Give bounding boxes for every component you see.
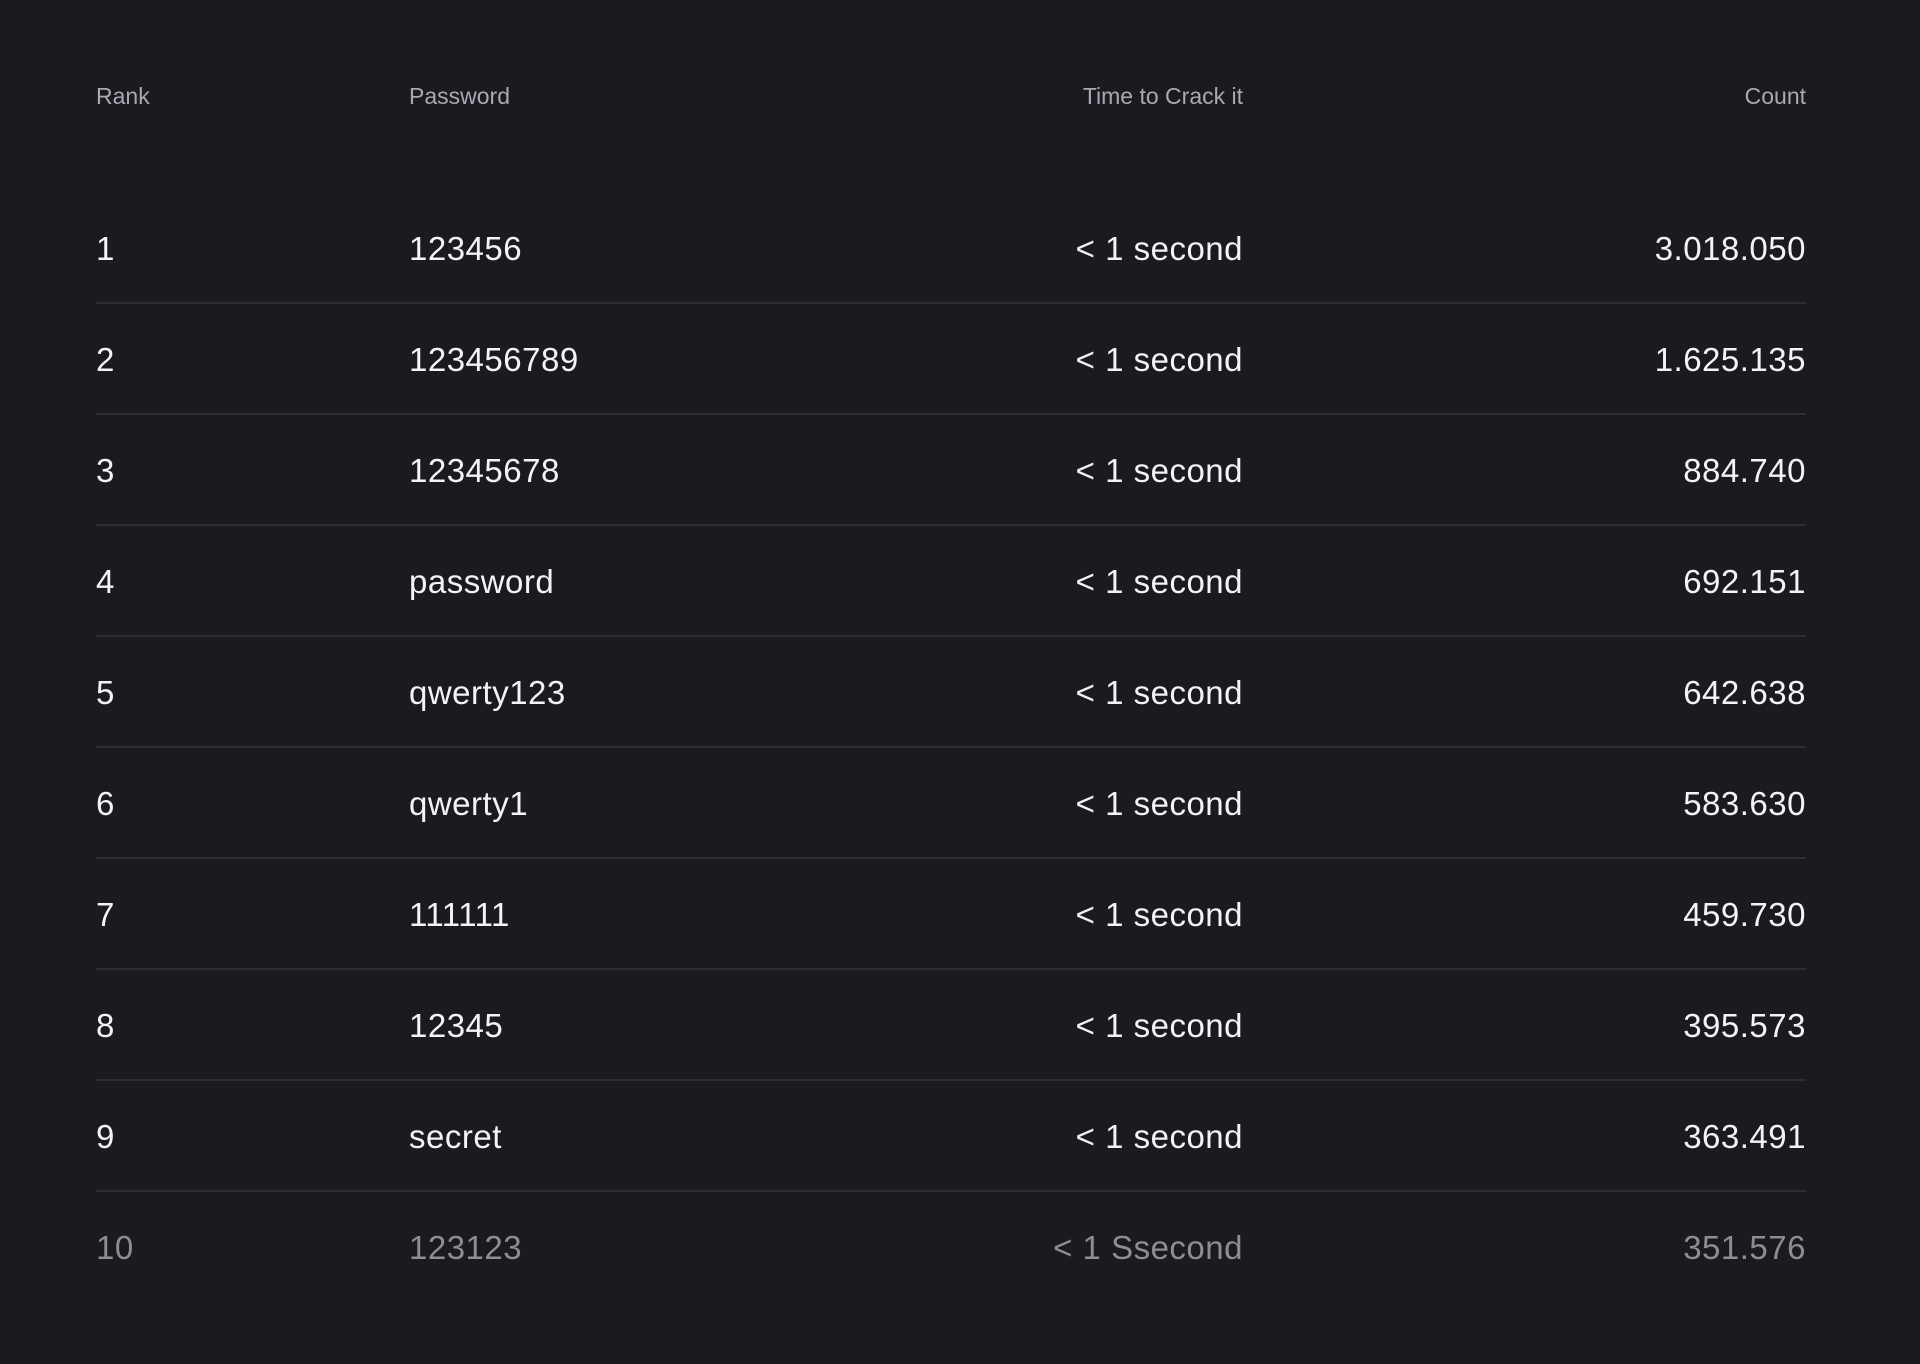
table-row: 1 123456 < 1 second 3.018.050 xyxy=(96,193,1806,304)
count-cell: 884.740 xyxy=(1683,452,1806,489)
table-row: 2 123456789 < 1 second 1.625.135 xyxy=(96,304,1806,415)
count-cell: 363.491 xyxy=(1683,1118,1806,1155)
table-body: 1 123456 < 1 second 3.018.050 2 12345678… xyxy=(96,193,1806,1303)
count-cell: 1.625.135 xyxy=(1654,341,1806,378)
header-time-to-crack[interactable]: Time to Crack it xyxy=(1083,82,1243,110)
rank-cell: 9 xyxy=(96,1118,115,1155)
header-password[interactable]: Password xyxy=(409,82,510,110)
table-row: 10 123123 < 1 Ssecond 351.576 xyxy=(96,1192,1806,1303)
table-header: Rank Password Time to Crack it Count xyxy=(96,0,1806,193)
count-cell: 583.630 xyxy=(1683,785,1806,822)
table-row: 7 111111 < 1 second 459.730 xyxy=(96,859,1806,970)
table-row: 3 12345678 < 1 second 884.740 xyxy=(96,415,1806,526)
password-cell: secret xyxy=(409,1118,502,1155)
time-cell: < 1 second xyxy=(1075,1007,1243,1044)
rank-cell: 1 xyxy=(96,230,115,267)
rank-cell: 6 xyxy=(96,785,115,822)
table-row: 6 qwerty1 < 1 second 583.630 xyxy=(96,748,1806,859)
rank-cell: 7 xyxy=(96,896,115,933)
table-row: 4 password < 1 second 692.151 xyxy=(96,526,1806,637)
password-cell: password xyxy=(409,563,555,600)
rank-cell: 4 xyxy=(96,563,115,600)
rank-cell: 2 xyxy=(96,341,115,378)
password-cell: 12345 xyxy=(409,1007,504,1044)
password-cell: qwerty123 xyxy=(409,674,566,711)
time-cell: < 1 second xyxy=(1075,452,1243,489)
rank-cell: 3 xyxy=(96,452,115,489)
time-cell: < 1 second xyxy=(1075,785,1243,822)
count-cell: 3.018.050 xyxy=(1654,230,1806,267)
password-cell: 123456 xyxy=(409,230,523,267)
count-cell: 395.573 xyxy=(1683,1007,1806,1044)
rank-cell: 8 xyxy=(96,1007,115,1044)
time-cell: < 1 second xyxy=(1075,1118,1243,1155)
time-cell: < 1 Ssecond xyxy=(1053,1229,1243,1266)
header-rank[interactable]: Rank xyxy=(96,82,150,110)
count-cell: 642.638 xyxy=(1683,674,1806,711)
time-cell: < 1 second xyxy=(1075,230,1243,267)
time-cell: < 1 second xyxy=(1075,341,1243,378)
rank-cell: 10 xyxy=(96,1229,134,1266)
table-row: 5 qwerty123 < 1 second 642.638 xyxy=(96,637,1806,748)
rank-cell: 5 xyxy=(96,674,115,711)
password-cell: qwerty1 xyxy=(409,785,529,822)
table-row: 8 12345 < 1 second 395.573 xyxy=(96,970,1806,1081)
time-cell: < 1 second xyxy=(1075,674,1243,711)
count-cell: 351.576 xyxy=(1683,1229,1806,1266)
password-cell: 123456789 xyxy=(409,341,579,378)
time-cell: < 1 second xyxy=(1075,563,1243,600)
password-cell: 12345678 xyxy=(409,452,560,489)
table-row: 9 secret < 1 second 363.491 xyxy=(96,1081,1806,1192)
count-cell: 692.151 xyxy=(1683,563,1806,600)
password-cell: 123123 xyxy=(409,1229,523,1266)
password-table: Rank Password Time to Crack it Count 1 1… xyxy=(96,0,1806,1303)
password-cell: 111111 xyxy=(409,896,510,933)
count-cell: 459.730 xyxy=(1683,896,1806,933)
header-count[interactable]: Count xyxy=(1745,82,1806,110)
time-cell: < 1 second xyxy=(1075,896,1243,933)
